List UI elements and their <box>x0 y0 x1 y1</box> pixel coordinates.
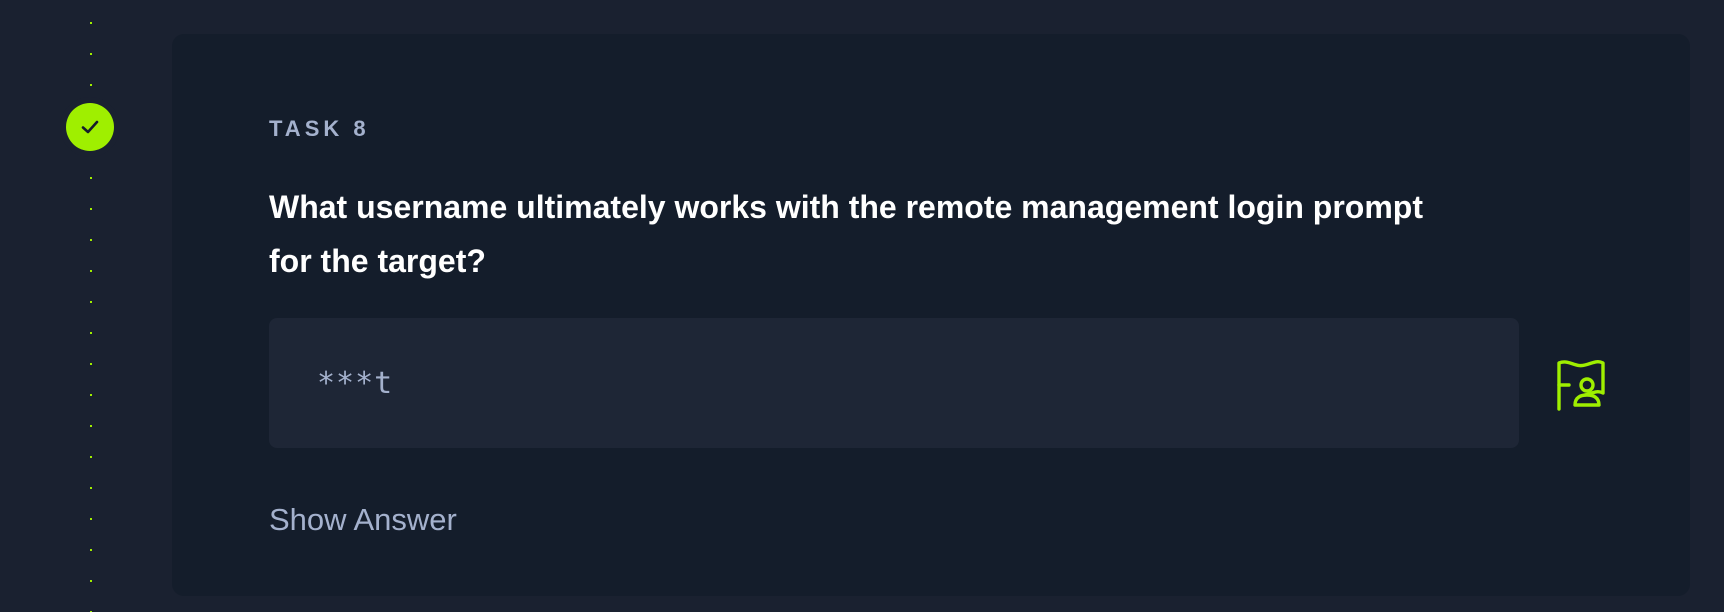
task-page: TASK 8 What username ultimately works wi… <box>0 0 1724 612</box>
show-answer-link[interactable]: Show Answer <box>269 502 457 538</box>
check-icon <box>81 120 99 134</box>
timeline-dotted-line <box>90 0 92 612</box>
task-status-completed <box>66 103 114 151</box>
submit-flag-button[interactable] <box>1548 352 1612 416</box>
task-question: What username ultimately works with the … <box>269 189 1423 279</box>
answer-masked-value: ***t <box>317 365 394 401</box>
task-card: TASK 8 What username ultimately works wi… <box>172 34 1690 596</box>
flag-user-icon <box>1557 360 1605 411</box>
task-number-label: TASK 8 <box>269 116 370 141</box>
answer-field[interactable]: ***t <box>269 318 1519 448</box>
